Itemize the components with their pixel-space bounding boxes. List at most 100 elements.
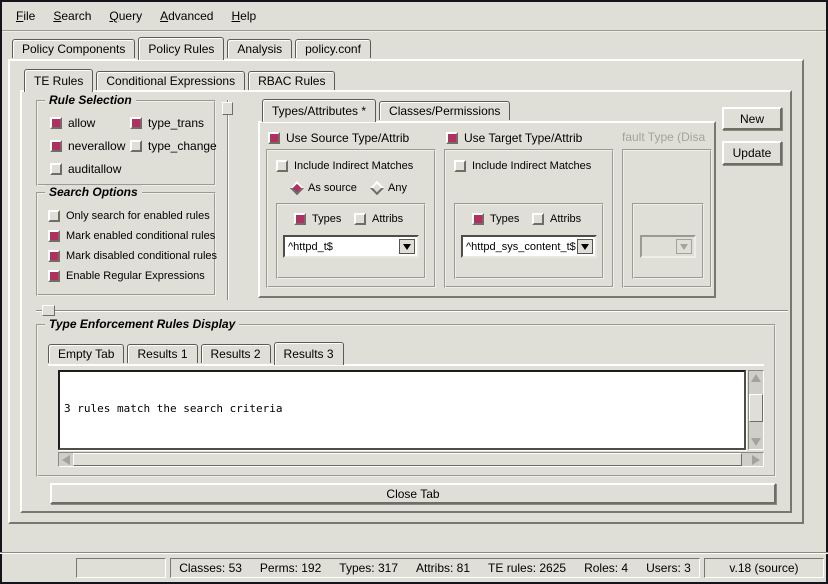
te-rules-display-title: Type Enforcement Rules Display xyxy=(45,317,239,331)
checkbox-indicator xyxy=(268,132,280,144)
scrollbar-track[interactable] xyxy=(73,453,749,466)
target-type-frame: Include Indirect Matches Types Attribs ^… xyxy=(444,149,614,288)
scrollbar-thumb[interactable] xyxy=(73,453,742,466)
chevron-down-icon xyxy=(680,244,688,250)
checkbox-type-trans[interactable]: type_trans xyxy=(130,116,204,130)
tab-conditional-expressions[interactable]: Conditional Expressions xyxy=(96,71,245,90)
target-type-combobox[interactable]: ^httpd_sys_content_t$ xyxy=(461,235,597,258)
tab-policy-components[interactable]: Policy Components xyxy=(12,39,135,58)
menu-advanced[interactable]: Advanced xyxy=(160,9,213,23)
source-type-combobox[interactable]: ^httpd_t$ xyxy=(283,235,419,258)
blank-line xyxy=(64,444,740,450)
checkbox-indicator xyxy=(48,230,60,242)
policy-version: v.18 (source) xyxy=(729,561,798,575)
update-button[interactable]: Update xyxy=(722,141,782,165)
scroll-right-button[interactable] xyxy=(749,453,763,467)
checkbox-indicator xyxy=(472,213,484,225)
checkbox-enable-regex[interactable]: Enable Regular Expressions xyxy=(48,270,205,282)
vertical-scrollbar[interactable] xyxy=(748,370,764,450)
tab-empty-tab[interactable]: Empty Tab xyxy=(48,344,124,363)
tab-policy-rules[interactable]: Policy Rules xyxy=(138,37,224,60)
tab-results-3[interactable]: Results 3 xyxy=(274,342,344,365)
source-types-attribs-frame: Types Attribs ^httpd_t$ xyxy=(276,203,426,279)
checkbox-target-types[interactable]: Types xyxy=(472,213,519,225)
new-button[interactable]: New xyxy=(722,107,782,130)
stat-users: Users: 3 xyxy=(646,561,691,575)
results-text-area[interactable]: 3 rules match the search criteria (5822)… xyxy=(58,370,746,450)
checkbox-indicator xyxy=(48,250,60,262)
tab-results-1[interactable]: Results 1 xyxy=(127,344,197,363)
tab-analysis[interactable]: Analysis xyxy=(227,39,292,58)
scroll-up-button[interactable] xyxy=(749,371,763,385)
checkbox-mark-enabled-conditional[interactable]: Mark enabled conditional rules xyxy=(48,230,215,242)
checkbox-indicator xyxy=(454,160,466,172)
menu-file[interactable]: File xyxy=(16,9,35,23)
checkbox-label: allow xyxy=(68,116,95,130)
vertical-sash-handle[interactable] xyxy=(222,102,233,115)
checkbox-type-change[interactable]: type_change xyxy=(130,139,217,153)
checkbox-allow[interactable]: allow xyxy=(50,116,95,130)
dropdown-arrow-button[interactable] xyxy=(577,239,593,254)
scrollbar-track[interactable] xyxy=(749,385,763,435)
arrow-down-icon xyxy=(751,438,761,446)
checkbox-label: Attribs xyxy=(372,213,403,225)
tab-policy-conf[interactable]: policy.conf xyxy=(295,39,371,58)
checkbox-use-source-type[interactable]: Use Source Type/Attrib xyxy=(268,131,409,145)
chevron-down-icon xyxy=(403,244,411,250)
checkbox-indicator xyxy=(48,270,60,282)
menu-search[interactable]: Search xyxy=(53,9,91,23)
main-tab-bar: Policy Components Policy Rules Analysis … xyxy=(12,37,374,58)
checkbox-indicator xyxy=(130,140,142,152)
app-window: File Search Query Advanced Help Policy C… xyxy=(0,0,828,584)
checkbox-label: Types xyxy=(312,213,341,225)
checkbox-only-enabled-rules[interactable]: Only search for enabled rules xyxy=(48,210,210,222)
dropdown-arrow-button xyxy=(676,239,692,254)
tab-types-attributes[interactable]: Types/Attributes * xyxy=(262,99,376,122)
checkbox-neverallow[interactable]: neverallow xyxy=(50,139,125,153)
target-types-attribs-frame: Types Attribs ^httpd_sys_content_t$ xyxy=(454,203,604,279)
checkbox-label: auditallow xyxy=(68,162,121,176)
checkbox-source-attribs[interactable]: Attribs xyxy=(354,213,403,225)
arrow-left-icon xyxy=(62,455,70,465)
checkbox-label: Include Indirect Matches xyxy=(294,160,413,172)
dropdown-arrow-button[interactable] xyxy=(399,239,415,254)
status-message-box xyxy=(76,558,166,578)
tab-results-2[interactable]: Results 2 xyxy=(201,344,271,363)
rule-selection-group: Rule Selection allow neverallow auditall… xyxy=(36,100,216,186)
checkbox-use-target-type[interactable]: Use Target Type/Attrib xyxy=(446,131,582,145)
checkbox-target-indirect[interactable]: Include Indirect Matches xyxy=(454,160,591,172)
horizontal-sash-handle[interactable] xyxy=(42,305,55,316)
menu-bar: File Search Query Advanced Help xyxy=(2,2,826,32)
checkbox-indicator xyxy=(48,210,60,222)
menu-help[interactable]: Help xyxy=(231,9,256,23)
checkbox-source-indirect[interactable]: Include Indirect Matches xyxy=(276,160,413,172)
source-type-frame: Include Indirect Matches As source Any T… xyxy=(266,149,436,288)
checkbox-mark-disabled-conditional[interactable]: Mark disabled conditional rules xyxy=(48,250,217,262)
checkbox-indicator xyxy=(50,117,62,129)
menu-query[interactable]: Query xyxy=(109,9,142,23)
horizontal-scrollbar[interactable] xyxy=(58,452,764,467)
checkbox-auditallow[interactable]: auditallow xyxy=(50,162,121,176)
search-options-title: Search Options xyxy=(45,185,142,199)
status-bar-separator xyxy=(0,552,828,554)
radio-as-source[interactable]: As source xyxy=(292,182,357,194)
tab-classes-permissions[interactable]: Classes/Permissions xyxy=(379,101,510,120)
radio-label: As source xyxy=(308,182,357,194)
checkbox-label: type_change xyxy=(148,139,217,153)
scrollbar-thumb[interactable] xyxy=(749,394,763,422)
radio-any[interactable]: Any xyxy=(372,182,407,194)
close-tab-button[interactable]: Close Tab xyxy=(50,483,776,504)
checkbox-indicator xyxy=(294,213,306,225)
checkbox-indicator xyxy=(532,213,544,225)
radio-indicator xyxy=(290,181,304,195)
checkbox-source-types[interactable]: Types xyxy=(294,213,341,225)
tab-rbac-rules[interactable]: RBAC Rules xyxy=(248,71,335,90)
scroll-down-button[interactable] xyxy=(749,435,763,449)
combobox-value: ^httpd_sys_content_t$ xyxy=(463,241,577,253)
checkbox-target-attribs[interactable]: Attribs xyxy=(532,213,581,225)
tab-te-rules[interactable]: TE Rules xyxy=(24,69,93,92)
scroll-left-button[interactable] xyxy=(59,453,73,467)
combobox-value: ^httpd_t$ xyxy=(285,241,399,253)
checkbox-indicator xyxy=(50,163,62,175)
results-summary: 3 rules match the search criteria xyxy=(64,402,740,416)
